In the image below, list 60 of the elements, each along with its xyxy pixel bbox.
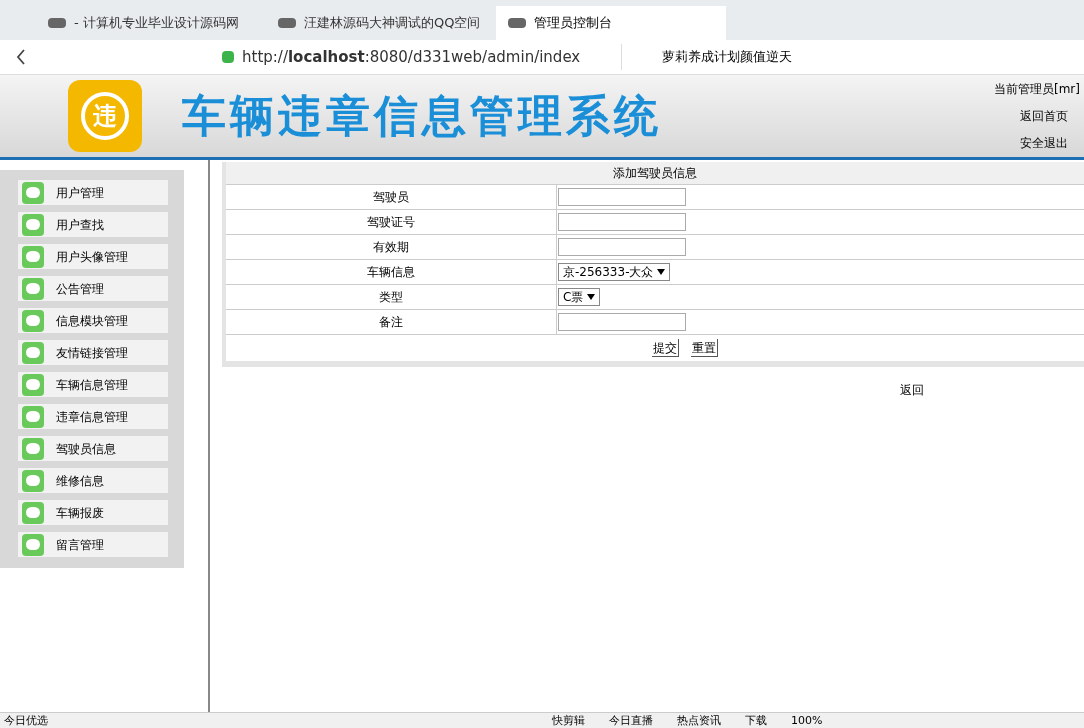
sidebar-item[interactable]: 信息模块管理 (18, 308, 168, 333)
chat-bubble-icon (22, 277, 44, 300)
status-item[interactable]: 热点资讯 (677, 715, 721, 726)
chat-bubble-icon (22, 501, 44, 524)
search-field[interactable]: 萝莉养成计划颜值逆天 (662, 47, 832, 67)
field-label: 驾驶员 (372, 189, 410, 206)
header-link[interactable]: 返回首页 (1020, 107, 1068, 125)
tab-icon (48, 18, 66, 28)
back-link[interactable]: 返回 (900, 381, 924, 399)
status-item[interactable]: 快剪辑 (552, 715, 585, 726)
sidebar-item[interactable]: 用户管理 (18, 180, 168, 205)
field-label: 驾驶证号 (366, 214, 416, 231)
address-field[interactable]: http://localhost:8080/d331web/admin/index (222, 44, 622, 70)
chat-bubble-icon (22, 245, 44, 268)
status-item[interactable]: 今日直播 (609, 715, 653, 726)
form-button[interactable]: 提交 (652, 339, 679, 357)
field-label: 车辆信息 (366, 264, 416, 281)
caret-icon (657, 269, 666, 275)
form-title: 添加驾驶员信息 (226, 162, 1084, 184)
text-field[interactable] (558, 238, 686, 256)
sidebar-item[interactable]: 留言管理 (18, 532, 168, 557)
header-link[interactable]: 当前管理员[mr] (994, 80, 1080, 98)
chat-bubble-icon (22, 181, 44, 204)
dropdown[interactable]: C票 (558, 288, 601, 306)
logo-icon: 违 (68, 80, 142, 152)
chat-bubble-icon (22, 533, 44, 556)
chat-bubble-icon (22, 309, 44, 332)
browser-tab[interactable]: 管理员控制台 (496, 6, 726, 40)
dropdown[interactable]: 京-256333-大众 (558, 263, 671, 281)
header-link[interactable]: 安全退出 (1020, 134, 1068, 152)
chat-bubble-icon (22, 341, 44, 364)
text-field[interactable] (558, 313, 686, 331)
chat-bubble-icon (22, 469, 44, 492)
chat-bubble-icon (22, 213, 44, 236)
form-button[interactable]: 重置 (691, 339, 718, 357)
field-label: 有效期 (372, 239, 410, 256)
text-field[interactable] (558, 213, 686, 231)
tab-icon (278, 18, 296, 28)
sidebar-item[interactable]: 公告管理 (18, 276, 168, 301)
status-item[interactable]: 今日优选 (4, 715, 48, 726)
chat-bubble-icon (22, 373, 44, 396)
system-title: 车辆违章信息管理系统 (182, 89, 662, 143)
sidebar-item[interactable]: 友情链接管理 (18, 340, 168, 365)
caret-icon (587, 294, 596, 300)
sidebar-item[interactable]: 用户头像管理 (18, 244, 168, 269)
field-label: 类型 (378, 289, 404, 306)
back-icon[interactable] (16, 49, 26, 65)
chat-bubble-icon (22, 405, 44, 428)
sidebar-item[interactable]: 车辆报废 (18, 500, 168, 525)
sidebar-item[interactable]: 车辆信息管理 (18, 372, 168, 397)
sidebar-item[interactable]: 违章信息管理 (18, 404, 168, 429)
tab-icon (508, 18, 526, 28)
field-label: 备注 (378, 314, 404, 331)
chat-bubble-icon (22, 437, 44, 460)
sidebar-item[interactable]: 用户查找 (18, 212, 168, 237)
status-item[interactable]: 100% (791, 715, 823, 726)
text-field[interactable] (558, 188, 686, 206)
sidebar-item[interactable]: 驾驶员信息 (18, 436, 168, 461)
status-item[interactable]: 下载 (745, 715, 767, 726)
sidebar-item[interactable]: 维修信息 (18, 468, 168, 493)
